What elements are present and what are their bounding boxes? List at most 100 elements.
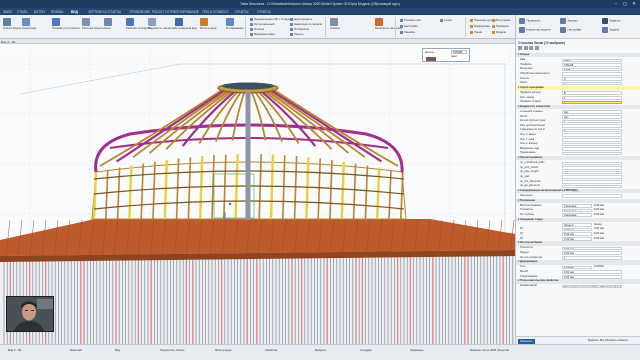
ribbon-small-button-1[interactable]: Ортогональный: [250, 22, 274, 26]
status-item-5[interactable]: Свойства: [265, 348, 277, 352]
property-value[interactable]: B: [562, 91, 622, 95]
property-value[interactable]: 0.00 мм: [562, 251, 622, 255]
ribbon-small-button-3[interactable]: Вращение вида: [250, 32, 274, 36]
view-tab[interactable]: Вид 3 - 3D: [1, 40, 15, 44]
ribbon-small-button-11[interactable]: Сетка: [440, 18, 452, 22]
status-item-1[interactable]: Масштаб: [70, 348, 82, 352]
panel-header-button-4[interactable]: Закрыть: [602, 18, 620, 24]
property-value[interactable]: 1: [562, 95, 622, 100]
property-value[interactable]: 4: [562, 76, 622, 81]
property-value[interactable]: Середина: [562, 204, 592, 208]
property-value[interactable]: [562, 151, 622, 156]
ribbon-small-button-0[interactable]: Перемещение (3D + 5 кадров): [250, 17, 293, 21]
status-item-0[interactable]: Вид 3 - 3D: [8, 348, 21, 352]
filter-icon[interactable]: [529, 46, 533, 50]
property-section[interactable]: ▾ Видимость элементов: [516, 104, 640, 110]
property-value[interactable]: S235: [562, 67, 622, 72]
status-item-3[interactable]: Подсветить объект: [160, 348, 185, 352]
property-value[interactable]: [562, 179, 622, 184]
model-viewport[interactable]: [0, 44, 515, 344]
property-section[interactable]: ▾ Пользовательские свойства: [516, 279, 640, 284]
property-value[interactable]: 0.00 мм: [562, 270, 622, 274]
property-value[interactable]: [562, 133, 622, 137]
property-value[interactable]: Середина: [562, 213, 592, 217]
ribbon-small-button-5[interactable]: Навигация по модели: [290, 22, 322, 26]
property-section[interactable]: ▾ Серия нумерации: [516, 85, 640, 91]
close-button[interactable]: ✕: [630, 1, 638, 7]
property-value[interactable]: Середина: [562, 208, 592, 213]
property-value[interactable]: [562, 175, 622, 179]
ribbon-small-button-9[interactable]: Настройки: [400, 24, 418, 28]
property-value[interactable]: TMCAB: [562, 63, 622, 67]
ribbon-right-button-3[interactable]: Полилиния: [492, 18, 511, 22]
color-swatch[interactable]: [426, 57, 436, 61]
ribbon-right-button-5[interactable]: Модели: [492, 30, 506, 34]
status-item-7[interactable]: Стандарт: [360, 348, 372, 352]
status-item-2[interactable]: Вид: [115, 348, 120, 352]
maximize-button[interactable]: ▢: [621, 1, 629, 7]
tab-6[interactable]: УПРАВЛЕНИЕ: [129, 10, 150, 15]
property-value[interactable]: [562, 137, 622, 142]
status-item-8[interactable]: Привязать: [410, 348, 424, 352]
status-item-4[interactable]: Фильтр вида: [215, 348, 231, 352]
property-value[interactable]: 0.00000: [562, 265, 592, 270]
selection-filter[interactable]: Выбрать: Все | Выбрать объекты: [588, 339, 628, 342]
yurt-3d-model[interactable]: [0, 44, 515, 344]
ribbon-right-button-2[interactable]: Линия: [470, 30, 482, 34]
property-value[interactable]: 1: [562, 119, 622, 124]
settings-icon[interactable]: [534, 46, 539, 50]
property-section[interactable]: ▾ Изогнутая балка: [516, 241, 640, 246]
ribbon-small-button-7[interactable]: Скрыть: [290, 32, 304, 36]
property-value[interactable]: ДУГА: [562, 58, 622, 63]
property-value[interactable]: [562, 147, 622, 151]
property-section[interactable]: ▾ Спецификации металлопроката (ГМП/ОДС): [516, 188, 640, 194]
property-section[interactable]: ▾ Положение: [516, 198, 640, 203]
ribbon-small-button-4[interactable]: Центрировать: [290, 17, 312, 21]
property-value[interactable]: 0.00 мм: [562, 274, 622, 279]
tab-5[interactable]: ЧЕРТЕЖИ И ОТЧЕТЫ: [88, 10, 121, 15]
ribbon-small-button-8[interactable]: Показать все: [400, 18, 421, 22]
property-value[interactable]: 0: [562, 128, 622, 133]
property-value[interactable]: 0.00 мм: [562, 236, 592, 241]
property-value[interactable]: [562, 142, 622, 147]
tab-3[interactable]: ПРАВКА: [51, 10, 63, 15]
panel-header-button-2[interactable]: Журнал: [560, 18, 578, 24]
tab-2[interactable]: БЕТОН: [34, 10, 45, 15]
panel-header-button-3[interactable]: Настройки: [560, 27, 581, 33]
property-value[interactable]: 1: [562, 255, 622, 260]
property-value[interactable]: [562, 166, 622, 170]
property-section[interactable]: ▾ Смещение торца: [516, 217, 640, 222]
property-value[interactable]: 2: [562, 81, 622, 86]
tab-4[interactable]: ВИД: [71, 10, 78, 15]
ribbon-right-button-4[interactable]: Проверка: [492, 24, 509, 28]
panel-header-button-1[interactable]: Корректор модели: [519, 27, 550, 33]
property-value[interactable]: 0.00 мм: [562, 246, 622, 251]
tab-7[interactable]: РАСЧЕТ И ПРОЕКТИРОВАНИЕ: [152, 10, 199, 15]
ribbon-small-button-10[interactable]: Линейка: [400, 30, 415, 34]
status-item-6[interactable]: Выбрать: [315, 348, 326, 352]
save-icon[interactable]: [523, 46, 528, 50]
ribbon-small-button-6[interactable]: Отобразить: [290, 27, 309, 31]
ribbon-right-button-1[interactable]: Маркировка: [470, 24, 490, 28]
tab-10[interactable]: ОТМЕНА: [257, 10, 271, 15]
tab-9[interactable]: ОТЧЕТЫ: [235, 10, 248, 15]
property-value[interactable]: Начало: [562, 223, 592, 227]
property-value[interactable]: [562, 170, 622, 175]
property-value[interactable]: Нет: [562, 110, 622, 114]
tab-8[interactable]: TEKLA CONNECT: [202, 10, 229, 15]
property-section[interactable]: ▾ Деформация: [516, 260, 640, 265]
property-value[interactable]: [562, 184, 622, 189]
tab-0[interactable]: ФАЙЛ: [3, 10, 12, 15]
modify-button[interactable]: Изменить: [518, 338, 535, 344]
property-value[interactable]: Пользовательские атрибуты (Постоянный вы…: [562, 284, 622, 289]
ribbon-small-button-2[interactable]: Отмена: [250, 27, 264, 31]
tab-1[interactable]: СТАЛЬ: [17, 10, 27, 15]
property-value[interactable]: [562, 124, 622, 128]
property-value[interactable]: 0.00 мм: [562, 232, 592, 236]
property-section[interactable]: ▾ Общее: [516, 53, 640, 58]
property-value[interactable]: A: [562, 100, 622, 105]
panel-header-button-0[interactable]: Проверить: [519, 18, 541, 24]
panel-header-button-5[interactable]: Задача: [602, 27, 619, 33]
property-value[interactable]: Нет: [562, 114, 622, 119]
property-value[interactable]: 0.00 мм: [562, 227, 592, 232]
